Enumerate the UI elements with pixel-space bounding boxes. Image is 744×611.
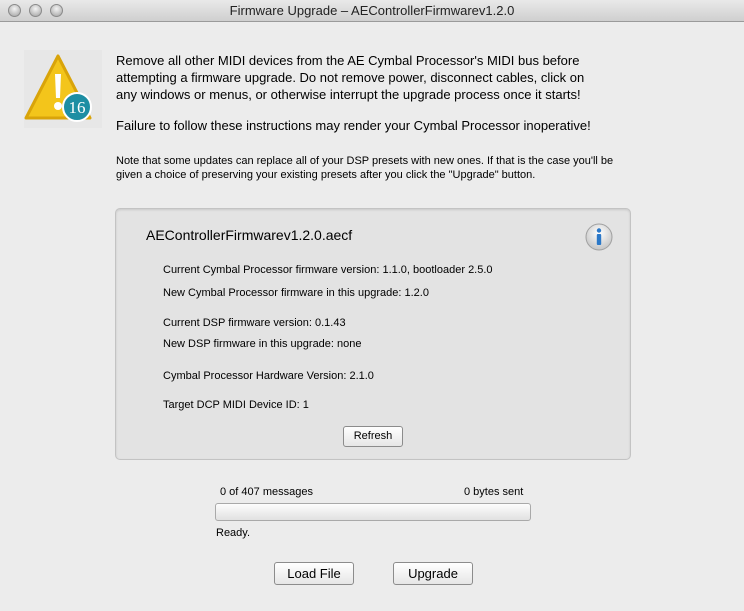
info-icon[interactable]: [584, 222, 614, 252]
window-title: Firmware Upgrade – AEControllerFirmwarev…: [229, 3, 515, 18]
warning-line-2: attempting a firmware upgrade. Do not re…: [116, 70, 585, 85]
preset-note: Note that some updates can replace all o…: [116, 154, 676, 182]
note-line-1: Note that some updates can replace all o…: [116, 155, 614, 167]
upgrade-button[interactable]: Upgrade: [393, 562, 473, 585]
current-dsp-firmware: Current DSP firmware version: 0.1.43: [163, 317, 346, 329]
current-cp-firmware: Current Cymbal Processor firmware versio…: [163, 264, 493, 276]
title-bar: Firmware Upgrade – AEControllerFirmwarev…: [0, 0, 744, 22]
bytes-sent: 0 bytes sent: [464, 486, 524, 498]
firmware-info-panel: AEControllerFirmwarev1.2.0.aecf Current …: [115, 208, 631, 460]
warning-icon: 16: [24, 50, 102, 128]
firmware-filename: AEControllerFirmwarev1.2.0.aecf: [146, 227, 353, 243]
new-cp-firmware: New Cymbal Processor firmware in this up…: [163, 287, 429, 299]
status-text: Ready.: [216, 527, 251, 539]
hardware-version: Cymbal Processor Hardware Version: 2.1.0: [163, 370, 374, 382]
device-id: Target DCP MIDI Device ID: 1: [163, 399, 309, 411]
messages-count: 0 of 407 messages: [220, 486, 313, 498]
new-dsp-firmware: New DSP firmware in this upgrade: none: [163, 338, 362, 350]
warning-line-1: Remove all other MIDI devices from the A…: [116, 53, 580, 68]
refresh-button[interactable]: Refresh: [343, 426, 403, 447]
note-line-2: given a choice of preserving your existi…: [116, 169, 536, 181]
warning-badge-number: 16: [69, 98, 86, 117]
failure-warning: Failure to follow these instructions may…: [116, 118, 591, 133]
upgrade-progress-bar: [215, 503, 531, 521]
warning-line-3: any windows or menus, or otherwise inter…: [116, 87, 581, 102]
load-file-button[interactable]: Load File: [274, 562, 354, 585]
